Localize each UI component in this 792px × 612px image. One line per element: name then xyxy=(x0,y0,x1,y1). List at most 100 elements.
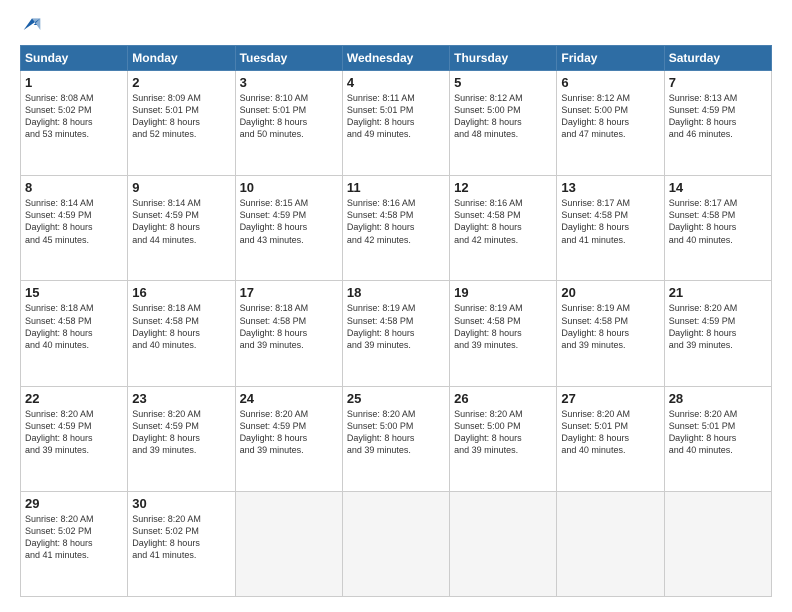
cell-info: Sunrise: 8:10 AM Sunset: 5:01 PM Dayligh… xyxy=(240,92,338,141)
day-number: 6 xyxy=(561,75,659,90)
day-number: 21 xyxy=(669,285,767,300)
day-number: 1 xyxy=(25,75,123,90)
calendar-cell: 26 Sunrise: 8:20 AM Sunset: 5:00 PM Dayli… xyxy=(450,386,557,491)
day-number: 29 xyxy=(25,496,123,511)
cell-info: Sunrise: 8:20 AM Sunset: 5:00 PM Dayligh… xyxy=(454,408,552,457)
calendar-cell: 1 Sunrise: 8:08 AM Sunset: 5:02 PM Daylig… xyxy=(21,71,128,176)
cell-info: Sunrise: 8:19 AM Sunset: 4:58 PM Dayligh… xyxy=(454,302,552,351)
cell-info: Sunrise: 8:20 AM Sunset: 5:02 PM Dayligh… xyxy=(132,513,230,562)
weekday-header-cell: Wednesday xyxy=(342,46,449,71)
cell-info: Sunrise: 8:18 AM Sunset: 4:58 PM Dayligh… xyxy=(240,302,338,351)
calendar-cell xyxy=(557,491,664,596)
day-number: 24 xyxy=(240,391,338,406)
cell-info: Sunrise: 8:20 AM Sunset: 4:59 PM Dayligh… xyxy=(25,408,123,457)
page: SundayMondayTuesdayWednesdayThursdayFrid… xyxy=(0,0,792,612)
calendar-cell: 25 Sunrise: 8:20 AM Sunset: 5:00 PM Dayli… xyxy=(342,386,449,491)
calendar-cell: 11 Sunrise: 8:16 AM Sunset: 4:58 PM Dayli… xyxy=(342,176,449,281)
cell-info: Sunrise: 8:20 AM Sunset: 4:59 PM Dayligh… xyxy=(240,408,338,457)
calendar-week-row: 8Sunrise: 8:14 AM Sunset: 4:59 PM Daylig… xyxy=(21,176,772,281)
calendar-cell: 21 Sunrise: 8:20 AM Sunset: 4:59 PM Dayli… xyxy=(664,281,771,386)
calendar-cell: 3 Sunrise: 8:10 AM Sunset: 5:01 PM Daylig… xyxy=(235,71,342,176)
calendar-week-row: 29 Sunrise: 8:20 AM Sunset: 5:02 PM Dayli… xyxy=(21,491,772,596)
calendar-cell: 28Sunrise: 8:20 AM Sunset: 5:01 PM Dayli… xyxy=(664,386,771,491)
calendar-week-row: 22 Sunrise: 8:20 AM Sunset: 4:59 PM Dayli… xyxy=(21,386,772,491)
cell-info: Sunrise: 8:13 AM Sunset: 4:59 PM Dayligh… xyxy=(669,92,767,141)
calendar-cell: 4 Sunrise: 8:11 AM Sunset: 5:01 PM Daylig… xyxy=(342,71,449,176)
calendar-cell: 27Sunrise: 8:20 AM Sunset: 5:01 PM Dayli… xyxy=(557,386,664,491)
cell-info: Sunrise: 8:09 AM Sunset: 5:01 PM Dayligh… xyxy=(132,92,230,141)
calendar-cell xyxy=(664,491,771,596)
day-number: 28 xyxy=(669,391,767,406)
cell-info: Sunrise: 8:08 AM Sunset: 5:02 PM Dayligh… xyxy=(25,92,123,141)
calendar-cell: 22 Sunrise: 8:20 AM Sunset: 4:59 PM Dayli… xyxy=(21,386,128,491)
calendar-week-row: 1 Sunrise: 8:08 AM Sunset: 5:02 PM Daylig… xyxy=(21,71,772,176)
cell-info: Sunrise: 8:20 AM Sunset: 5:02 PM Dayligh… xyxy=(25,513,123,562)
calendar-week-row: 15 Sunrise: 8:18 AM Sunset: 4:58 PM Dayli… xyxy=(21,281,772,386)
weekday-header-cell: Thursday xyxy=(450,46,557,71)
day-number: 14 xyxy=(669,180,767,195)
calendar-cell xyxy=(342,491,449,596)
calendar-cell: 29 Sunrise: 8:20 AM Sunset: 5:02 PM Dayli… xyxy=(21,491,128,596)
calendar-cell: 9 Sunrise: 8:14 AM Sunset: 4:59 PM Daylig… xyxy=(128,176,235,281)
calendar-cell: 13 Sunrise: 8:17 AM Sunset: 4:58 PM Dayli… xyxy=(557,176,664,281)
calendar-table: SundayMondayTuesdayWednesdayThursdayFrid… xyxy=(20,45,772,597)
day-number: 11 xyxy=(347,180,445,195)
calendar-cell: 6 Sunrise: 8:12 AM Sunset: 5:00 PM Daylig… xyxy=(557,71,664,176)
day-number: 9 xyxy=(132,180,230,195)
calendar-cell: 17Sunrise: 8:18 AM Sunset: 4:58 PM Dayli… xyxy=(235,281,342,386)
weekday-header-row: SundayMondayTuesdayWednesdayThursdayFrid… xyxy=(21,46,772,71)
cell-info: Sunrise: 8:19 AM Sunset: 4:58 PM Dayligh… xyxy=(347,302,445,351)
logo-icon xyxy=(22,15,42,35)
calendar-cell: 16 Sunrise: 8:18 AM Sunset: 4:58 PM Dayli… xyxy=(128,281,235,386)
cell-info: Sunrise: 8:15 AM Sunset: 4:59 PM Dayligh… xyxy=(240,197,338,246)
cell-info: Sunrise: 8:18 AM Sunset: 4:58 PM Dayligh… xyxy=(25,302,123,351)
weekday-header-cell: Friday xyxy=(557,46,664,71)
calendar-cell: 7Sunrise: 8:13 AM Sunset: 4:59 PM Daylig… xyxy=(664,71,771,176)
calendar-cell: 2 Sunrise: 8:09 AM Sunset: 5:01 PM Daylig… xyxy=(128,71,235,176)
cell-info: Sunrise: 8:20 AM Sunset: 4:59 PM Dayligh… xyxy=(132,408,230,457)
calendar-cell: 5 Sunrise: 8:12 AM Sunset: 5:00 PM Daylig… xyxy=(450,71,557,176)
cell-info: Sunrise: 8:12 AM Sunset: 5:00 PM Dayligh… xyxy=(454,92,552,141)
day-number: 30 xyxy=(132,496,230,511)
day-number: 5 xyxy=(454,75,552,90)
weekday-header-cell: Tuesday xyxy=(235,46,342,71)
cell-info: Sunrise: 8:14 AM Sunset: 4:59 PM Dayligh… xyxy=(132,197,230,246)
day-number: 15 xyxy=(25,285,123,300)
cell-info: Sunrise: 8:16 AM Sunset: 4:58 PM Dayligh… xyxy=(454,197,552,246)
calendar-cell xyxy=(235,491,342,596)
day-number: 26 xyxy=(454,391,552,406)
day-number: 23 xyxy=(132,391,230,406)
calendar-cell: 15 Sunrise: 8:18 AM Sunset: 4:58 PM Dayli… xyxy=(21,281,128,386)
day-number: 25 xyxy=(347,391,445,406)
calendar-cell: 20Sunrise: 8:19 AM Sunset: 4:58 PM Dayli… xyxy=(557,281,664,386)
calendar-cell: 18 Sunrise: 8:19 AM Sunset: 4:58 PM Dayli… xyxy=(342,281,449,386)
day-number: 13 xyxy=(561,180,659,195)
day-number: 2 xyxy=(132,75,230,90)
calendar-cell: 10 Sunrise: 8:15 AM Sunset: 4:59 PM Dayli… xyxy=(235,176,342,281)
day-number: 22 xyxy=(25,391,123,406)
cell-info: Sunrise: 8:12 AM Sunset: 5:00 PM Dayligh… xyxy=(561,92,659,141)
cell-info: Sunrise: 8:20 AM Sunset: 5:00 PM Dayligh… xyxy=(347,408,445,457)
day-number: 10 xyxy=(240,180,338,195)
calendar-cell: 24 Sunrise: 8:20 AM Sunset: 4:59 PM Dayli… xyxy=(235,386,342,491)
day-number: 20 xyxy=(561,285,659,300)
calendar-cell: 23 Sunrise: 8:20 AM Sunset: 4:59 PM Dayli… xyxy=(128,386,235,491)
day-number: 16 xyxy=(132,285,230,300)
cell-info: Sunrise: 8:18 AM Sunset: 4:58 PM Dayligh… xyxy=(132,302,230,351)
day-number: 3 xyxy=(240,75,338,90)
day-number: 4 xyxy=(347,75,445,90)
calendar-cell: 30 Sunrise: 8:20 AM Sunset: 5:02 PM Dayli… xyxy=(128,491,235,596)
calendar-cell: 14 Sunrise: 8:17 AM Sunset: 4:58 PM Dayli… xyxy=(664,176,771,281)
cell-info: Sunrise: 8:20 AM Sunset: 4:59 PM Dayligh… xyxy=(669,302,767,351)
logo xyxy=(20,15,42,35)
day-number: 18 xyxy=(347,285,445,300)
cell-info: Sunrise: 8:17 AM Sunset: 4:58 PM Dayligh… xyxy=(669,197,767,246)
weekday-header-cell: Sunday xyxy=(21,46,128,71)
header xyxy=(20,15,772,35)
cell-info: Sunrise: 8:11 AM Sunset: 5:01 PM Dayligh… xyxy=(347,92,445,141)
day-number: 19 xyxy=(454,285,552,300)
cell-info: Sunrise: 8:17 AM Sunset: 4:58 PM Dayligh… xyxy=(561,197,659,246)
day-number: 12 xyxy=(454,180,552,195)
cell-info: Sunrise: 8:16 AM Sunset: 4:58 PM Dayligh… xyxy=(347,197,445,246)
cell-info: Sunrise: 8:20 AM Sunset: 5:01 PM Dayligh… xyxy=(561,408,659,457)
